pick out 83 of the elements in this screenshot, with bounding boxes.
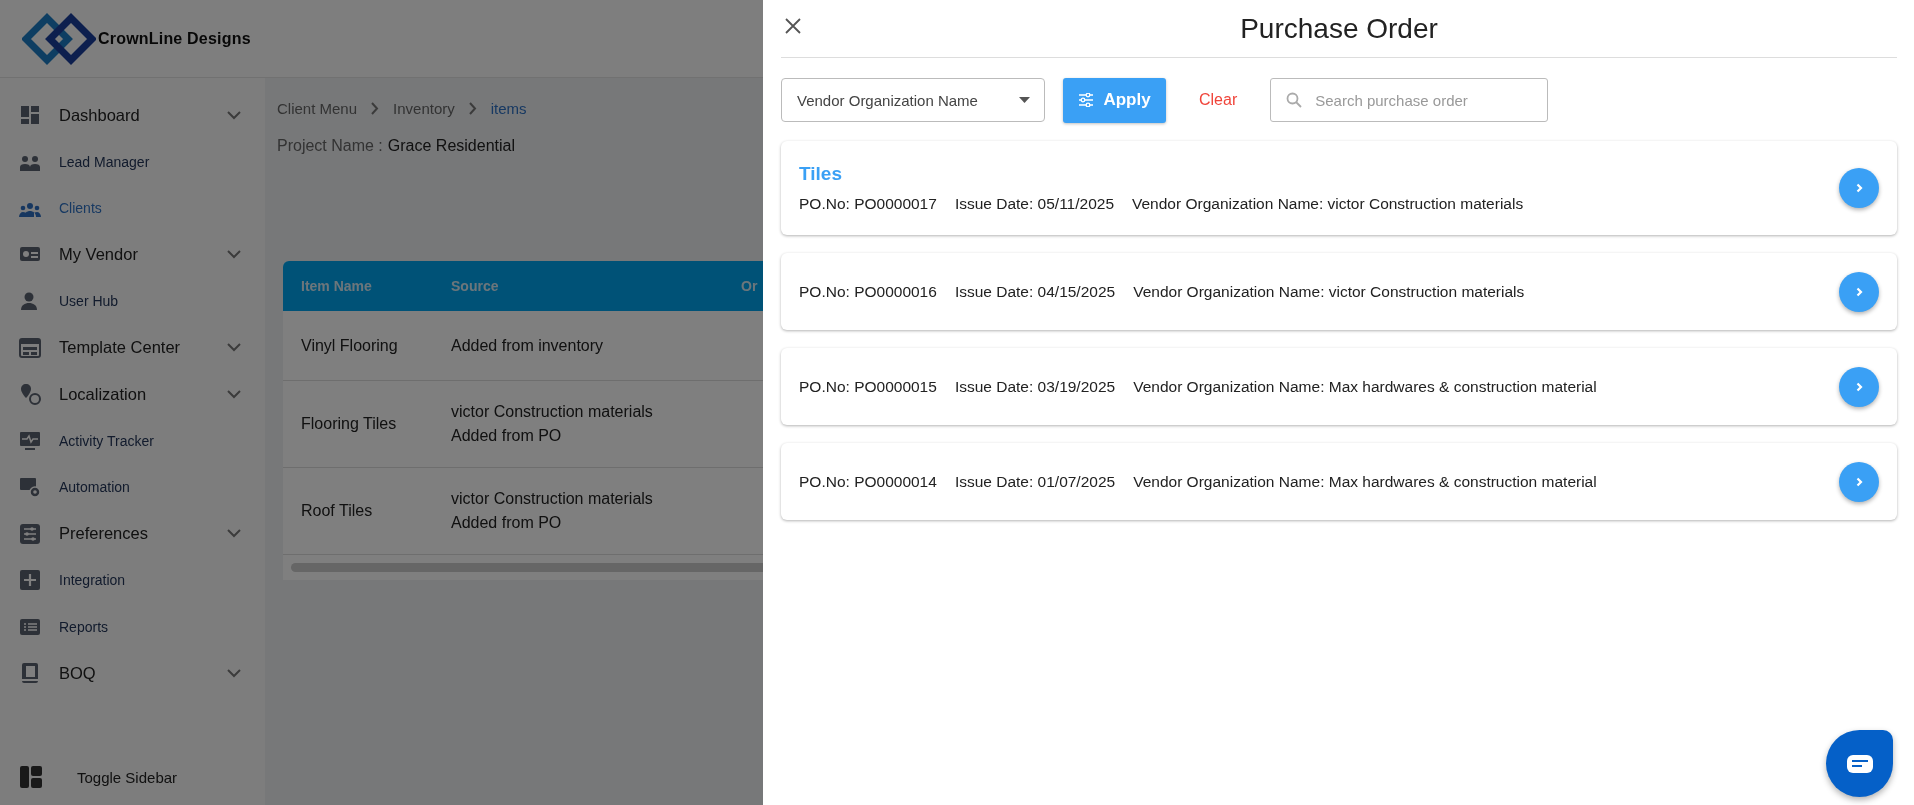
search-field[interactable]: Search purchase order (1270, 78, 1549, 122)
table-cell-text: Flooring Tiles (301, 415, 398, 433)
breadcrumb-link[interactable]: items (490, 100, 527, 117)
vendor-name: Vendor Organization Name: victor Construction materials (1133, 282, 1525, 301)
window-icon (19, 336, 41, 359)
vendor-name: Vendor Organization Name: victor Construction materials (1132, 195, 1524, 213)
table-cell-text: Roof Tiles (301, 502, 374, 520)
breadcrumb-link[interactable]: Client Menu (277, 100, 358, 117)
sidebar-item[interactable]: Integration (59, 572, 241, 589)
open-order-button[interactable] (1839, 461, 1879, 502)
column-header: Or (741, 278, 758, 294)
chevron-down-icon (227, 110, 241, 120)
sidebar-item[interactable]: Template Center (59, 338, 227, 358)
chat-button[interactable] (1826, 730, 1893, 797)
open-order-button[interactable] (1839, 271, 1879, 312)
vendor-name: Vendor Organization Name: Max hardwares & construction material (1133, 472, 1597, 491)
column-header: Item Name (301, 278, 372, 294)
issue-date: Issue Date: 05/11/2025 (954, 195, 1114, 213)
sidebar-item[interactable]: Clients (59, 200, 241, 217)
order-card[interactable]: PO.No: PO0000016 Issue Date: 04/15/2025 Vendor Organization Name: victor Construction materials (781, 253, 1897, 330)
order-title: Tiles (799, 163, 843, 185)
toggle-sidebar-link[interactable]: Toggle Sidebar (77, 768, 178, 786)
chevron-right-icon (1855, 286, 1863, 297)
layout-icon[interactable] (19, 765, 43, 789)
open-order-button[interactable] (1839, 366, 1879, 407)
sidebar-item[interactable]: Preferences (59, 524, 227, 544)
caret-down-icon (1019, 97, 1030, 103)
sidebar-item[interactable]: User Hub (59, 293, 241, 310)
po-number: PO.No: PO0000016 (799, 282, 937, 301)
vendor-name: Vendor Organization Name: Max hardwares & construction material (1133, 377, 1597, 396)
table-cell-text: Vinyl Flooring (301, 336, 399, 355)
panel-title: Purchase Order (1240, 12, 1438, 45)
chevron-right-icon (371, 102, 380, 115)
close-icon (785, 18, 801, 34)
column-header: Source (451, 278, 499, 294)
table-cell-text: Added from inventory (451, 336, 605, 355)
sidebar-item[interactable]: My Vendor (59, 245, 227, 265)
brand-name: CrownLine Designs (98, 29, 251, 48)
project-name: Grace Residential (387, 137, 515, 155)
book-icon (19, 662, 41, 685)
order-card[interactable]: PO.No: PO0000014 Issue Date: 01/07/2025 Vendor Organization Name: Max hardwares & construction material (781, 443, 1897, 520)
table-cell-text: victor Construction materials (451, 490, 654, 508)
chevron-down-icon (227, 668, 241, 678)
apply-button[interactable]: Apply (1063, 77, 1166, 123)
sliders-icon (1078, 93, 1095, 107)
gear-icon (19, 476, 41, 499)
order-card[interactable]: Tiles PO.No: PO0000017 Issue Date: 05/11/2025 Vendor Organization Name: victor Construction materials (781, 141, 1897, 235)
po-number: PO.No: PO0000017 (799, 195, 937, 213)
sliders-icon (19, 522, 41, 545)
plus-icon (19, 569, 41, 592)
table-cell-text: Added from PO (451, 427, 563, 445)
sidebar-item[interactable]: Lead Manager (59, 153, 241, 170)
chevron-right-icon (1855, 381, 1863, 392)
sidebar-item[interactable]: Activity Tracker (59, 432, 241, 449)
project-label: Project Name : (277, 137, 383, 155)
issue-date: Issue Date: 03/19/2025 (954, 377, 1116, 396)
breadcrumb-link[interactable]: Inventory (393, 100, 455, 117)
location-icon (19, 383, 41, 406)
issue-date: Issue Date: 01/07/2025 (954, 472, 1116, 491)
open-order-button[interactable] (1839, 168, 1879, 208)
chevron-down-icon (227, 343, 241, 353)
table-cell-text: victor Construction materials (451, 403, 654, 421)
chevron-right-icon (468, 102, 477, 115)
sidebar-item[interactable]: Dashboard (59, 105, 227, 125)
sidebar-item[interactable]: Reports (59, 618, 241, 635)
chevron-down-icon (227, 250, 241, 260)
po-number: PO.No: PO0000014 (799, 472, 937, 491)
chat-icon (1846, 754, 1873, 773)
monitor-icon (19, 429, 41, 452)
clear-link[interactable]: Clear (1199, 91, 1238, 109)
grid-icon (19, 104, 41, 127)
chevron-right-icon (1855, 476, 1863, 487)
chevron-down-icon (227, 389, 241, 399)
table-cell-text: Added from PO (451, 514, 563, 532)
po-number: PO.No: PO0000015 (799, 377, 937, 396)
order-card[interactable]: PO.No: PO0000015 Issue Date: 03/19/2025 Vendor Organization Name: Max hardwares & construction material (781, 348, 1897, 425)
vendor-dropdown[interactable]: Vendor Organization Name (781, 78, 1045, 122)
issue-date: Issue Date: 04/15/2025 (954, 282, 1116, 301)
chevron-down-icon (227, 529, 241, 539)
sidebar-item[interactable]: BOQ (59, 663, 227, 683)
sidebar-item[interactable]: Automation (59, 479, 241, 496)
chevron-right-icon (1855, 183, 1863, 193)
sidebar-item[interactable]: Localization (59, 384, 227, 404)
